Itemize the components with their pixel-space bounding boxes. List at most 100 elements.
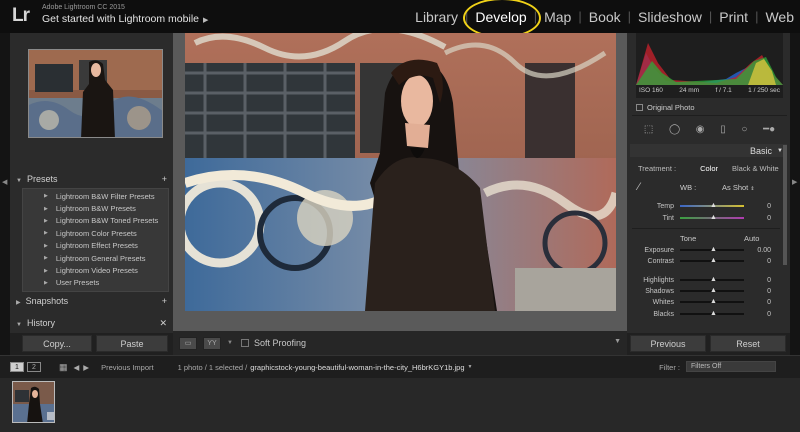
forward-arrow-icon[interactable]: ▶ [83,363,89,372]
slider-value[interactable]: 0 [767,203,771,210]
slider-value[interactable]: 0 [767,288,771,295]
toolbar-menu-icon[interactable]: ▼ [614,338,621,345]
module-slideshow[interactable]: Slideshow [631,9,709,25]
module-book[interactable]: Book [582,9,628,25]
adjustment-brush-icon[interactable]: ━● [763,124,775,135]
add-preset-icon[interactable]: + [162,174,167,184]
develop-tool-strip: ⬚ ◯ ◉ ▯ ○ ━● [636,118,783,140]
red-eye-icon[interactable]: ◉ [696,124,705,135]
left-edge-toggle[interactable]: ◀ [0,33,10,355]
slider-label: Exposure [644,246,674,254]
reset-button[interactable]: Reset [710,335,786,352]
preset-folder[interactable]: ▶ User Presets [23,277,168,289]
blacks-slider[interactable]: Blacks ▲ 0 [636,309,781,319]
preset-folder[interactable]: ▶ Lightroom B&W Toned Presets [23,215,168,227]
crop-icon[interactable]: ⬚ [644,124,653,135]
slider-value[interactable]: 0 [767,277,771,284]
slider-value[interactable]: 0.00 [757,247,771,254]
history-panel-header[interactable]: ▼ History ✕ [10,316,173,330]
filter-value: Filters Off [691,363,722,370]
snapshots-title: Snapshots [25,296,69,306]
preset-folder[interactable]: ▶ Lightroom B&W Presets [23,202,168,214]
whites-slider[interactable]: Whites ▲ 0 [636,297,781,307]
copy-button[interactable]: Copy... [22,335,92,352]
presets-panel-header[interactable]: ▼ Presets + [10,172,173,186]
original-photo-checkbox[interactable] [636,104,643,111]
loupe-view-icon[interactable]: ▭ [179,336,197,350]
page-1-button[interactable]: 1 [10,362,24,372]
module-web[interactable]: Web [758,9,800,25]
slider-value[interactable]: 0 [767,215,771,222]
filmstrip-thumbnail[interactable] [12,381,55,423]
navigator-preview[interactable] [28,49,163,138]
right-panel-scrollbar[interactable] [783,145,787,265]
right-edge-toggle[interactable]: ▶ [790,33,800,355]
radial-filter-icon[interactable]: ○ [741,124,747,135]
graduated-filter-icon[interactable]: ▯ [720,124,726,135]
basic-panel-header[interactable]: Basic ▼ [630,144,787,157]
identity-plate[interactable]: Get started with Lightroom mobile ▶ [42,13,208,25]
filename[interactable]: graphicstock-young-beautiful-woman-in-th… [250,363,464,372]
tone-label: Tone [680,234,697,243]
module-print[interactable]: Print [712,9,755,25]
add-snapshot-icon[interactable]: + [162,296,167,306]
tint-slider[interactable]: Tint ▲ 0 [636,213,781,223]
source-label[interactable]: Previous Import [101,363,154,372]
filmstrip-header: 1 2 ▦ ◀ ▶ Previous Import 1 photo / 1 se… [0,355,800,378]
shadows-slider[interactable]: Shadows ▲ 0 [636,286,781,296]
page-2-button[interactable]: 2 [27,362,41,372]
slider-knob[interactable]: ▲ [710,298,717,305]
slider-value[interactable]: 0 [767,258,771,265]
chevron-down-icon[interactable]: ▼ [227,340,233,346]
module-library[interactable]: Library [408,9,465,25]
preset-folder[interactable]: ▶ Lightroom Color Presets [23,227,168,239]
filmstrip [0,378,800,432]
slider-knob[interactable]: ▲ [710,202,717,209]
slider-knob[interactable]: ▲ [710,257,717,264]
temp-slider[interactable]: Temp ▲ 0 [636,201,781,211]
triangle-right-icon: ▶ [44,217,48,224]
eyedropper-icon[interactable]: ⁄ [638,181,640,193]
preset-folder[interactable]: ▶ Lightroom B&W Filter Presets [23,190,168,202]
slider-knob[interactable]: ▲ [710,310,717,317]
contrast-slider[interactable]: Contrast ▲ 0 [636,256,781,266]
module-map[interactable]: Map [537,9,578,25]
snapshots-panel-header[interactable]: ▶ Snapshots + [10,294,173,308]
slider-value[interactable]: 0 [767,299,771,306]
preset-folder-label: Lightroom B&W Presets [55,204,136,214]
highlights-slider[interactable]: Highlights ▲ 0 [636,275,781,285]
clear-history-icon[interactable]: ✕ [159,318,167,329]
slider-label: Blacks [653,310,674,318]
paste-button[interactable]: Paste [96,335,168,352]
wb-select[interactable]: As Shot ⇕ [722,183,755,192]
spot-removal-icon[interactable]: ◯ [669,124,680,135]
preset-folder[interactable]: ▶ Lightroom Effect Presets [23,240,168,252]
right-button-bar: Previous Reset [627,333,790,355]
preset-folder-label: Lightroom B&W Filter Presets [55,191,155,201]
soft-proofing-label: Soft Proofing [253,338,306,348]
slider-knob[interactable]: ▲ [710,214,717,221]
main-photo[interactable] [185,33,616,311]
slider-knob[interactable]: ▲ [710,287,717,294]
preset-folder[interactable]: ▶ Lightroom Video Presets [23,264,168,276]
slider-value[interactable]: 0 [767,311,771,318]
before-after-icon[interactable]: YY [203,336,221,350]
preset-folder[interactable]: ▶ Lightroom General Presets [23,252,168,264]
auto-tone-button[interactable]: Auto [744,234,759,243]
treatment-color-option[interactable]: Color [700,164,718,173]
triangle-right-icon: ▶ [792,179,798,186]
grid-icon[interactable]: ▦ [59,362,68,373]
app-name: Adobe Lightroom CC 2015 [42,4,125,11]
previous-button[interactable]: Previous [630,335,706,352]
slider-knob[interactable]: ▲ [710,276,717,283]
original-photo-toggle[interactable]: Original Photo [636,103,695,112]
treatment-bw-option[interactable]: Black & White [732,164,779,173]
back-arrow-icon[interactable]: ◀ [74,363,80,372]
filter-select[interactable]: Filters Off [686,361,776,372]
soft-proofing-checkbox[interactable] [240,339,249,347]
divider [632,228,780,229]
chevron-down-icon[interactable]: ▼ [468,364,473,370]
exposure-slider[interactable]: Exposure ▲ 0.00 [636,245,781,255]
viewer-toolbar: ▭ YY ▼ Soft Proofing ▼ [173,331,627,355]
slider-knob[interactable]: ▲ [710,246,717,253]
